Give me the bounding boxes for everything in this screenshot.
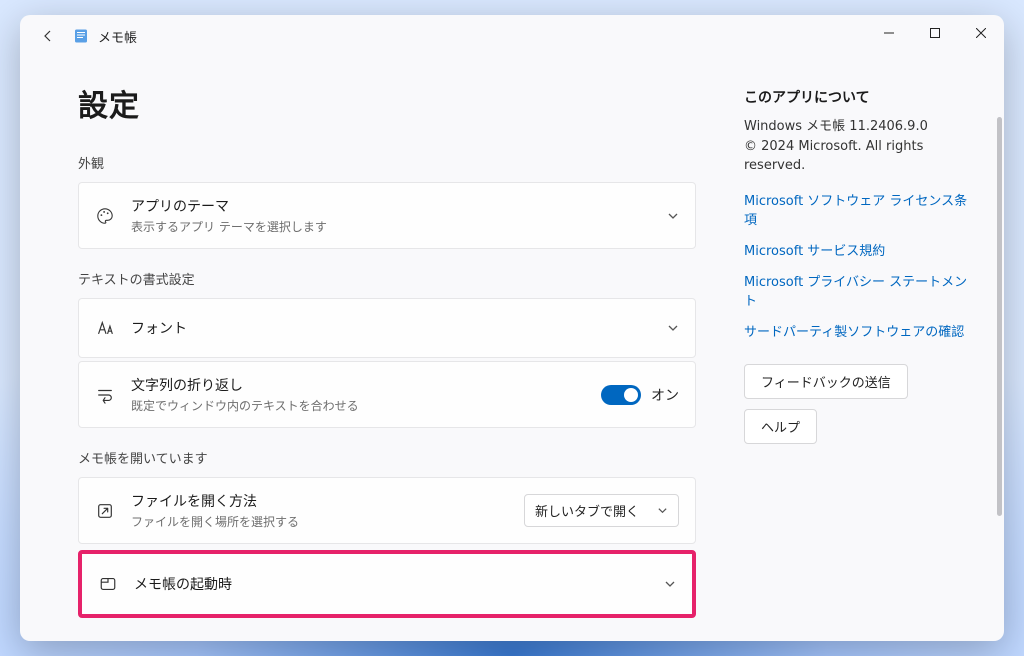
- help-button[interactable]: ヘルプ: [744, 409, 817, 444]
- section-opening-label: メモ帳を開いています: [78, 448, 696, 467]
- word-wrap-toggle[interactable]: [601, 385, 641, 405]
- file-open-sub: ファイルを開く場所を選択する: [131, 513, 508, 530]
- about-text: Windows メモ帳 11.2406.9.0 © 2024 Microsoft…: [744, 117, 976, 176]
- scrollbar[interactable]: [997, 117, 1002, 629]
- word-wrap-row[interactable]: 文字列の折り返し 既定でウィンドウ内のテキストを合わせる オン: [78, 361, 696, 428]
- thirdparty-link[interactable]: サードパーティ製ソフトウェアの確認: [744, 321, 976, 340]
- notepad-app-icon: [72, 27, 90, 45]
- app-title: メモ帳: [98, 27, 137, 46]
- service-terms-link[interactable]: Microsoft サービス規約: [744, 240, 976, 259]
- close-button[interactable]: [958, 15, 1004, 51]
- titlebar: メモ帳: [20, 15, 1004, 57]
- back-button[interactable]: [30, 18, 66, 54]
- window-controls: [866, 15, 1004, 51]
- maximize-button[interactable]: [912, 15, 958, 51]
- open-file-icon: [95, 502, 115, 520]
- app-theme-sub: 表示するアプリ テーマを選択します: [131, 218, 651, 235]
- startup-row[interactable]: メモ帳の起動時: [78, 550, 696, 618]
- version-line: Windows メモ帳 11.2406.9.0: [744, 119, 928, 134]
- word-wrap-title: 文字列の折り返し: [131, 375, 585, 395]
- tab-icon: [98, 575, 118, 593]
- content-area: 設定 外観 アプリのテーマ 表示するアプリ テーマを選択します: [20, 57, 1004, 641]
- wrap-icon: [95, 386, 115, 404]
- font-icon: [95, 319, 115, 337]
- privacy-link[interactable]: Microsoft プライバシー ステートメント: [744, 271, 976, 309]
- settings-main: 設定 外観 アプリのテーマ 表示するアプリ テーマを選択します: [20, 57, 744, 641]
- file-open-combo[interactable]: 新しいタブで開く: [524, 494, 679, 527]
- app-window: メモ帳 設定 外観 アプリのテーマ: [20, 15, 1004, 641]
- app-theme-row[interactable]: アプリのテーマ 表示するアプリ テーマを選択します: [78, 182, 696, 249]
- page-title: 設定: [78, 81, 696, 125]
- app-theme-title: アプリのテーマ: [131, 196, 651, 216]
- about-links: Microsoft ソフトウェア ライセンス条項 Microsoft サービス規…: [744, 190, 976, 340]
- startup-title: メモ帳の起動時: [134, 574, 648, 594]
- chevron-down-icon: [657, 505, 668, 516]
- chevron-down-icon: [667, 322, 679, 334]
- file-open-row[interactable]: ファイルを開く方法 ファイルを開く場所を選択する 新しいタブで開く: [78, 477, 696, 544]
- scrollbar-thumb[interactable]: [997, 117, 1002, 516]
- font-title: フォント: [131, 318, 651, 338]
- file-open-combo-value: 新しいタブで開く: [535, 501, 639, 520]
- section-textformat-label: テキストの書式設定: [78, 269, 696, 288]
- palette-icon: [95, 207, 115, 225]
- word-wrap-toggle-label: オン: [651, 385, 679, 405]
- word-wrap-sub: 既定でウィンドウ内のテキストを合わせる: [131, 397, 585, 414]
- file-open-title: ファイルを開く方法: [131, 491, 508, 511]
- font-row[interactable]: フォント: [78, 298, 696, 358]
- minimize-button[interactable]: [866, 15, 912, 51]
- about-sidebar: このアプリについて Windows メモ帳 11.2406.9.0 © 2024…: [744, 57, 1004, 641]
- chevron-down-icon: [667, 210, 679, 222]
- about-heading: このアプリについて: [744, 87, 976, 107]
- copyright-line: © 2024 Microsoft. All rights reserved.: [744, 139, 923, 174]
- section-appearance-label: 外観: [78, 153, 696, 172]
- license-link[interactable]: Microsoft ソフトウェア ライセンス条項: [744, 190, 976, 228]
- feedback-button[interactable]: フィードバックの送信: [744, 364, 908, 399]
- chevron-down-icon: [664, 578, 676, 590]
- section-spellcheck-label: スペル チェック: [78, 638, 696, 641]
